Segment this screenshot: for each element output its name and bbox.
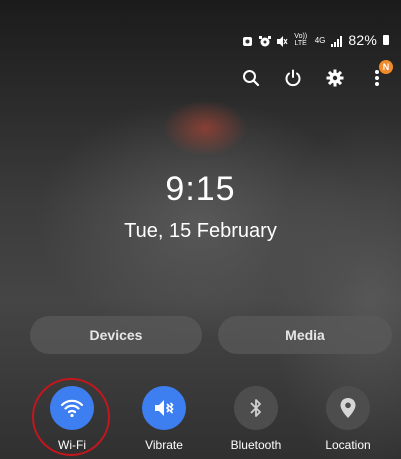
settings-button[interactable]: [325, 68, 345, 88]
more-vert-icon: [375, 70, 379, 86]
devices-label: Devices: [89, 327, 143, 343]
bluetooth-toggle[interactable]: [234, 386, 278, 430]
search-button[interactable]: [241, 68, 261, 88]
vibrate-label: Vibrate: [145, 438, 183, 452]
signal-icon: [331, 35, 343, 47]
gear-icon: [326, 69, 344, 87]
location-icon: [340, 398, 356, 418]
vibrate-icon: [155, 400, 174, 416]
bluetooth-label: Bluetooth: [230, 438, 282, 452]
search-icon: [243, 70, 260, 87]
alarm-icon: [258, 35, 271, 46]
alarm-clock-icon: [242, 35, 253, 46]
more-options-button[interactable]: N: [367, 60, 393, 88]
status-bar: Vo)) LTE 4G 82%: [242, 32, 389, 48]
location-toggle[interactable]: [326, 386, 370, 430]
bluetooth-icon: [250, 399, 261, 417]
bluetooth-tile[interactable]: Bluetooth: [216, 386, 296, 452]
4g-icon: 4G: [314, 35, 326, 45]
vibrate-toggle[interactable]: [142, 386, 186, 430]
panel-actions: N: [241, 60, 393, 88]
notification-badge: N: [379, 60, 393, 74]
power-button[interactable]: [283, 68, 303, 88]
vibrate-tile[interactable]: Vibrate: [124, 386, 204, 452]
wifi-highlight-annotation: [32, 378, 110, 456]
location-label: Location: [325, 438, 371, 452]
power-icon: [285, 69, 301, 87]
location-tile[interactable]: Location: [308, 386, 388, 452]
clock-date: Tue, 15 February: [124, 220, 277, 242]
volte-icon: Vo)) LTE: [294, 33, 308, 47]
media-label: Media: [285, 327, 325, 343]
devices-button[interactable]: Devices: [30, 316, 202, 354]
mute-icon: [276, 35, 288, 47]
battery-percent: 82%: [348, 32, 377, 48]
clock-time: 9:15: [165, 170, 236, 208]
media-button[interactable]: Media: [218, 316, 392, 354]
battery-icon: [383, 35, 389, 45]
